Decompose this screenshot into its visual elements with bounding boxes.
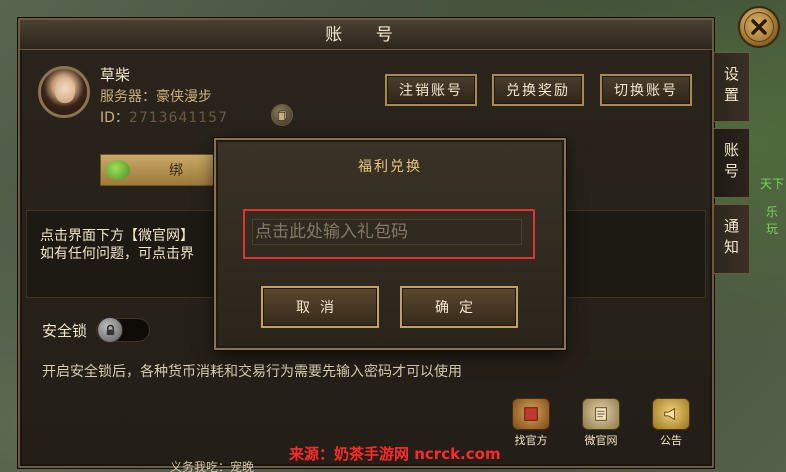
panel-title: 账 号 xyxy=(325,25,407,45)
tab-notice[interactable]: 通知 xyxy=(714,204,750,274)
lock-icon xyxy=(97,317,123,343)
logout-button[interactable]: 注销账号 xyxy=(385,74,477,106)
footer-partial-text: 义务我吃：宠晚 xyxy=(170,460,255,472)
switch-account-button[interactable]: 切换账号 xyxy=(600,74,692,106)
player-name: 草柴 xyxy=(100,66,131,84)
shortcut-wechat-site-label: 微官网 xyxy=(584,434,618,447)
tab-settings[interactable]: 设置 xyxy=(714,52,750,122)
shortcut-wechat-site[interactable]: 微官网 xyxy=(572,398,630,448)
world-text-2: 乐玩 xyxy=(766,205,779,236)
shortcut-announcement-label: 公告 xyxy=(660,434,682,447)
gift-code-input-highlight xyxy=(243,209,535,259)
scroll-icon xyxy=(582,398,620,430)
wechat-icon xyxy=(106,160,130,180)
security-lock-toggle[interactable] xyxy=(96,317,150,343)
info-line-1: 点击界面下方【微官网】 xyxy=(40,228,194,244)
bind-label: 绑 xyxy=(169,163,183,179)
server-name: 豪侠漫步 xyxy=(156,89,212,105)
redeem-gift-code-dialog: 福利兑换 取消 确定 xyxy=(214,138,566,350)
player-id-value: 2713641157 xyxy=(128,110,228,126)
shortcut-announcement[interactable]: 公告 xyxy=(642,398,700,448)
info-line-2: 如有任何问题，可点击界 xyxy=(40,246,194,262)
dialog-title: 福利兑换 xyxy=(358,159,422,175)
server-info: 服务器：豪侠漫步 xyxy=(100,86,212,106)
shortcut-official[interactable]: 找官方 xyxy=(502,398,560,448)
world-text: 天下 xyxy=(760,177,785,191)
tab-account[interactable]: 账号 xyxy=(714,128,750,198)
security-lock-description: 开启安全锁后，各种货币消耗和交易行为需要先输入密码才可以使用 xyxy=(42,364,462,380)
official-seal-icon xyxy=(512,398,550,430)
source-watermark: 来源：奶茶手游网 ncrck.com xyxy=(289,445,501,463)
cancel-button[interactable]: 取消 xyxy=(261,286,379,328)
close-icon xyxy=(744,12,774,42)
server-label: 服务器： xyxy=(100,89,156,105)
avatar xyxy=(38,66,90,118)
player-id: ID：2713641157 xyxy=(100,107,228,127)
player-id-label: ID： xyxy=(100,110,129,126)
panel-title-bar: 账 号 xyxy=(20,20,712,50)
copy-icon[interactable] xyxy=(271,104,293,126)
horn-icon xyxy=(652,398,690,430)
security-lock-label: 安全锁 xyxy=(42,322,88,340)
redeem-reward-button[interactable]: 兑换奖励 xyxy=(492,74,584,106)
close-button[interactable] xyxy=(738,6,780,48)
shortcut-official-label: 找官方 xyxy=(514,434,548,447)
confirm-button[interactable]: 确定 xyxy=(400,286,518,328)
gift-code-input[interactable] xyxy=(252,219,522,245)
